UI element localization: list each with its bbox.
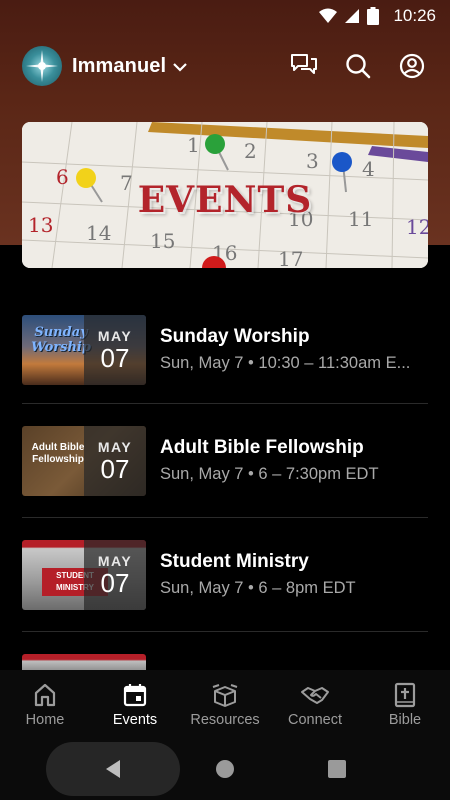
date-badge: MAY 07: [84, 314, 146, 385]
home-system-button[interactable]: [216, 760, 234, 778]
nav-bible[interactable]: Bible: [360, 670, 450, 738]
event-title: Student Ministry: [160, 551, 309, 572]
box-icon: [212, 684, 238, 707]
event-time: Sun, May 7 • 6 – 7:30pm EDT: [160, 465, 379, 483]
event-time: Sun, May 7 • 10:30 – 11:30am E...: [160, 354, 411, 372]
events-banner[interactable]: 6 7 1 2 3 4 13 14 15 10 11 12 16 17 EVEN…: [22, 122, 428, 268]
svg-text:2: 2: [244, 139, 257, 163]
date-month: MAY: [97, 552, 133, 569]
handshake-icon: [301, 687, 329, 704]
svg-text:3: 3: [306, 149, 319, 173]
event-thumbnail: Adult Bible Fellowship MAY 07: [22, 425, 146, 496]
status-time: 10:26: [393, 6, 436, 25]
cellular-icon: [345, 9, 360, 23]
event-thumbnail: STUDENT MINISTRY MAY 07: [22, 539, 146, 610]
nav-home-label: Home: [25, 712, 65, 728]
date-month: MAY: [97, 438, 133, 455]
battery-icon: [367, 7, 380, 25]
account-button[interactable]: [396, 50, 428, 82]
date-month: MAY: [97, 327, 133, 344]
messages-button[interactable]: [288, 50, 320, 82]
recents-button[interactable]: [328, 760, 346, 778]
event-thumbnail: Sunday Worship MAY 07: [22, 314, 146, 385]
calendar-icon: [123, 684, 147, 707]
event-item-adult-bible-fellowship[interactable]: Adult Bible Fellowship MAY 07 Adult Bibl…: [22, 404, 428, 518]
system-navigation-bar: [0, 738, 450, 800]
svg-text:14: 14: [86, 221, 111, 245]
nav-resources-label: Resources: [190, 712, 260, 728]
event-title: Sunday Worship: [160, 326, 310, 347]
home-icon: [34, 683, 56, 707]
chevron-down-icon[interactable]: [172, 62, 188, 72]
nav-events[interactable]: Events: [90, 670, 180, 738]
star-icon: [26, 50, 58, 82]
event-item-sunday-worship[interactable]: Sunday Worship MAY 07 Sunday Worship Sun…: [22, 296, 428, 404]
chat-icon: [291, 54, 317, 74]
nav-connect[interactable]: Connect: [270, 670, 360, 738]
search-icon: [346, 54, 371, 79]
back-button[interactable]: [46, 742, 180, 796]
status-bar: 10:26: [0, 0, 450, 32]
date-day: 07: [100, 453, 130, 484]
bible-icon: [394, 682, 416, 708]
event-item-partial[interactable]: [22, 632, 428, 672]
church-logo[interactable]: [22, 46, 62, 86]
app-header: Immanuel: [0, 40, 450, 92]
event-time: Sun, May 7 • 6 – 8pm EDT: [160, 579, 356, 597]
svg-text:4: 4: [362, 157, 375, 181]
bottom-navigation: Home Events Resources Connect Bible: [0, 670, 450, 738]
banner-title: EVENTS: [137, 179, 313, 221]
event-item-student-ministry[interactable]: STUDENT MINISTRY MAY 07 Student Ministry…: [22, 518, 428, 632]
account-icon: [399, 53, 425, 79]
nav-events-label: Events: [112, 712, 158, 728]
svg-text:15: 15: [150, 229, 175, 253]
date-day: 07: [100, 342, 130, 373]
date-badge: MAY 07: [84, 539, 146, 610]
svg-text:1: 1: [187, 133, 200, 157]
nav-bible-label: Bible: [388, 712, 422, 728]
nav-home[interactable]: Home: [0, 670, 90, 738]
events-list: Sunday Worship MAY 07 Sunday Worship Sun…: [22, 296, 428, 672]
nav-resources[interactable]: Resources: [180, 670, 270, 738]
date-badge: MAY 07: [84, 425, 146, 496]
svg-text:17: 17: [278, 247, 303, 268]
date-day: 07: [100, 567, 130, 598]
church-name[interactable]: Immanuel: [72, 55, 166, 78]
wifi-icon: [319, 8, 338, 23]
nav-connect-label: Connect: [287, 712, 342, 728]
search-button[interactable]: [342, 50, 374, 82]
event-title: Adult Bible Fellowship: [160, 437, 364, 458]
thumbnail-caption: Adult Bible Fellowship: [31, 441, 85, 465]
back-icon: [106, 760, 120, 778]
